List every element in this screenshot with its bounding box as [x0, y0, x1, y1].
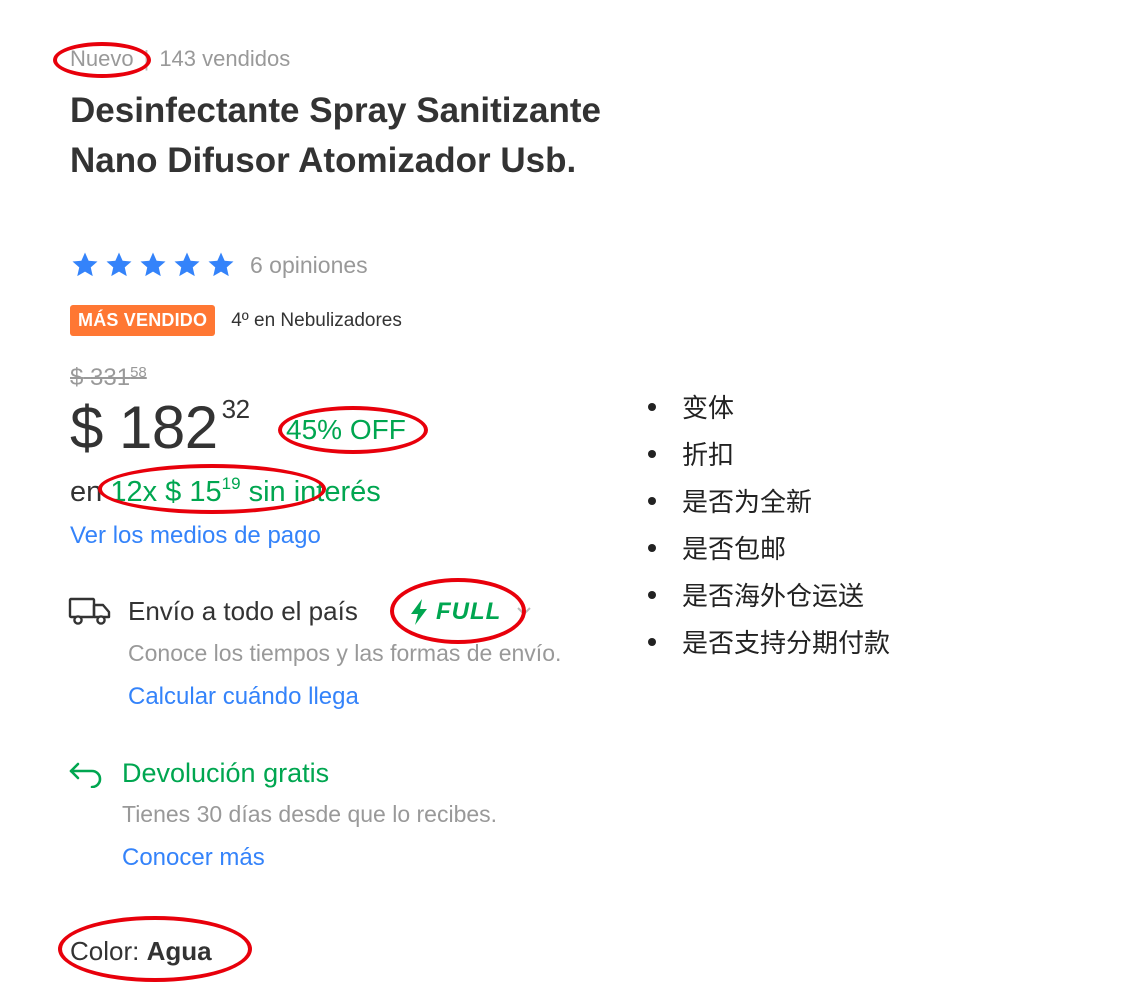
learn-more-link[interactable]: Conocer más [122, 844, 265, 872]
annotation-item: 是否支持分期付款 [644, 618, 890, 665]
installments-currency: $ [165, 476, 182, 508]
discount-label: 45% OFF [286, 414, 406, 445]
lightning-icon [411, 599, 427, 625]
annotation-list: 变体 折扣 是否为全新 是否包邮 是否海外仓运送 是否支持分期付款 [644, 383, 890, 665]
price-currency: $ [70, 394, 103, 461]
annotation-item: 是否包邮 [644, 524, 890, 571]
bullet-icon [648, 496, 656, 505]
returns-subtitle: Tienes 30 días desde que lo recibes. [122, 801, 498, 827]
star-icon [72, 252, 98, 277]
meta-separator: | [143, 46, 150, 71]
installments-cents: 19 [221, 474, 241, 493]
rating-row[interactable]: 6 opiniones [70, 250, 368, 280]
category-rank[interactable]: 4º en Nebulizadores [231, 310, 402, 332]
condition-label: Nuevo [70, 46, 134, 71]
bullet-icon [648, 590, 656, 599]
color-label: Color: [70, 936, 140, 966]
price-cents: 32 [221, 394, 250, 424]
current-price: $ 182 32 [70, 393, 250, 462]
best-seller-badge: MÁS VENDIDO [70, 305, 216, 336]
full-shipping-badge[interactable]: FULL [408, 598, 501, 626]
annotation-text: 是否海外仓运送 [682, 582, 865, 612]
best-seller-row: MÁS VENDIDO 4º en Nebulizadores [70, 305, 402, 336]
full-label: FULL [436, 598, 502, 625]
product-title: Desinfectante Spray Sanitizante Nano Dif… [70, 91, 601, 180]
installments-integer: 15 [189, 476, 222, 508]
annotation-text: 是否为全新 [682, 488, 813, 518]
installments-count: 12x [110, 476, 158, 508]
original-price: $ 33158 [70, 364, 147, 392]
shipping-title: Envío a todo el país [128, 596, 358, 626]
annotation-item: 是否为全新 [644, 477, 890, 524]
star-icon [174, 252, 200, 277]
sold-count: 143 vendidos [159, 46, 291, 71]
star-rating [70, 250, 236, 280]
shipping-subtitle: Conoce los tiempos y las formas de envío… [128, 640, 562, 666]
return-arrow-icon [69, 762, 102, 788]
chevron-down-icon[interactable] [515, 604, 533, 618]
annotation-item: 变体 [644, 383, 890, 430]
bullet-icon [648, 449, 656, 458]
installments-prefix: en [70, 476, 103, 508]
payment-methods-link[interactable]: Ver los medios de pago [70, 522, 321, 550]
old-price-cents: 58 [130, 364, 147, 381]
bullet-icon [648, 543, 656, 552]
old-price-integer: 331 [90, 364, 131, 391]
annotation-item: 折扣 [644, 430, 890, 477]
bullet-icon [648, 637, 656, 646]
installments-info: en 12x $ 1519 sin interés [70, 474, 381, 509]
star-icon [140, 252, 166, 277]
annotation-item: 是否海外仓运送 [644, 571, 890, 618]
annotation-text: 变体 [682, 394, 735, 424]
truck-icon [68, 597, 111, 625]
old-currency: $ [70, 364, 84, 391]
installments-suffix: sin interés [248, 476, 381, 508]
annotation-text: 是否包邮 [682, 535, 787, 565]
bullet-icon [648, 402, 656, 411]
reviews-count[interactable]: 6 opiniones [250, 252, 368, 279]
price-integer: 182 [119, 394, 218, 461]
annotation-text: 折扣 [682, 441, 735, 471]
star-icon [208, 252, 234, 277]
color-value: Agua [146, 936, 212, 966]
color-variant: Color: Agua [70, 936, 212, 967]
annotation-text: 是否支持分期付款 [682, 629, 891, 659]
calculate-delivery-link[interactable]: Calcular cuándo llega [128, 683, 359, 711]
returns-title: Devolución gratis [122, 758, 330, 788]
meta-row: Nuevo | 143 vendidos [70, 46, 290, 72]
star-icon [106, 252, 132, 277]
